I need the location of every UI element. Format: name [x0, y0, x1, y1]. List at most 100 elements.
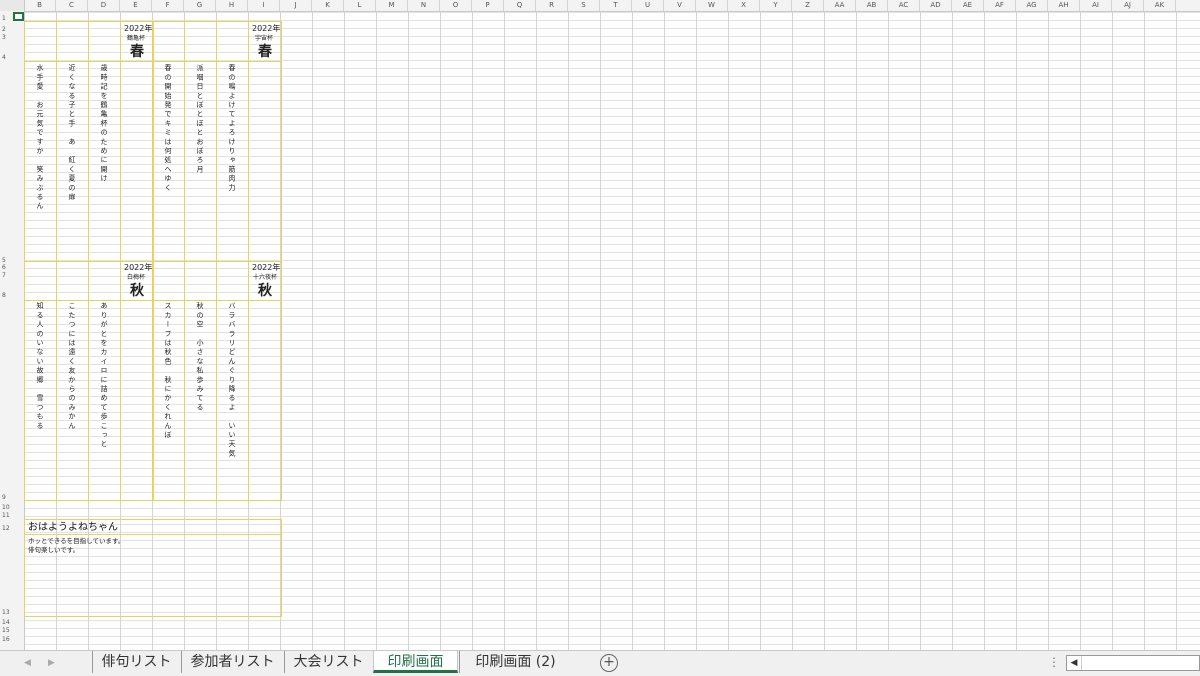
select-all-corner[interactable]	[0, 0, 25, 11]
column-header[interactable]: Y	[760, 0, 792, 11]
column-header[interactable]: AG	[1016, 0, 1048, 11]
row-header[interactable]: 16	[0, 637, 24, 643]
haiku-text: スカーフは秋色 秋にかくれんぼ	[164, 302, 172, 440]
column-header[interactable]: D	[88, 0, 120, 11]
horizontal-scrollbar[interactable]: ◀	[1066, 655, 1200, 671]
haiku-text: 知る人のいない故郷 雪つもる	[36, 302, 44, 431]
column-header[interactable]: P	[472, 0, 504, 11]
card-year: 2022年	[124, 24, 153, 33]
row-header[interactable]: 11	[0, 513, 24, 519]
row-header[interactable]: 14	[0, 620, 24, 626]
column-header[interactable]: Z	[792, 0, 824, 11]
cell-border	[56, 21, 57, 501]
card-year: 2022年	[252, 24, 281, 33]
row-header[interactable]: 6	[0, 265, 24, 271]
card-season: 秋	[258, 283, 272, 299]
haiku-text: 春の鳴よけてよろけりゃ筋肉力	[228, 64, 236, 193]
column-header[interactable]: AC	[888, 0, 920, 11]
column-headers: ABCDEFGHIJKLMNOPQRSTUVWXYZAAABACADAEAFAG…	[0, 0, 1200, 12]
tab-haiku-list[interactable]: 俳句リスト	[92, 651, 180, 673]
column-header[interactable]: N	[408, 0, 440, 11]
card-year: 2022年	[252, 263, 281, 272]
cell-border	[24, 61, 282, 62]
haiku-text: 秋の空 小さな私歩みてる	[196, 302, 204, 413]
column-header[interactable]: AJ	[1112, 0, 1144, 11]
column-header[interactable]: V	[664, 0, 696, 11]
haiku-text: 派咽日とぼとぼとおぼろ月	[196, 64, 204, 175]
column-header[interactable]: W	[696, 0, 728, 11]
cell-border	[24, 300, 282, 301]
haiku-text: 春の開始発でキミは何処へゆく	[164, 64, 172, 193]
column-header[interactable]: B	[24, 0, 56, 11]
column-header[interactable]: K	[312, 0, 344, 11]
column-header[interactable]: AE	[952, 0, 984, 11]
more-options-icon[interactable]: ⋮	[1048, 655, 1060, 669]
column-header[interactable]: Q	[504, 0, 536, 11]
card-year: 2022年	[124, 263, 153, 272]
row-header[interactable]: 7	[0, 273, 24, 279]
prev-sheet-icon[interactable]: ◀	[24, 655, 31, 671]
column-header[interactable]: G	[184, 0, 216, 11]
cell-border	[216, 21, 217, 501]
card-venue: 鶴亀杯	[127, 35, 146, 42]
column-header[interactable]: S	[568, 0, 600, 11]
tab-tournament-list[interactable]: 大会リスト	[284, 651, 372, 673]
row-header[interactable]: 10	[0, 505, 24, 511]
column-header[interactable]: U	[632, 0, 664, 11]
row-header[interactable]: 15	[0, 628, 24, 634]
card-season: 春	[130, 44, 144, 60]
card-venue: 宇宙杯	[255, 35, 274, 42]
tab-participant-list[interactable]: 参加者リスト	[181, 651, 283, 673]
column-header[interactable]: AH	[1048, 0, 1080, 11]
tab-print-view[interactable]: 印刷画面	[373, 651, 458, 673]
column-header[interactable]: AA	[824, 0, 856, 11]
memo-title: おはようよねちゃん	[28, 522, 118, 533]
column-header[interactable]: AB	[856, 0, 888, 11]
column-header[interactable]: E	[120, 0, 152, 11]
row-headers: 1 2 3 4 5 6 7 8 9 10 11 12 13 14 15 16	[0, 11, 25, 650]
scroll-left-icon[interactable]: ◀	[1067, 656, 1082, 670]
row-header[interactable]: 9	[0, 495, 24, 501]
row-header[interactable]: 8	[0, 293, 24, 299]
sheet-tab-bar: ◀ ▶ 俳句リスト 参加者リスト 大会リスト 印刷画面 印刷画面 (2) + ⋮…	[0, 650, 1200, 676]
column-header[interactable]: H	[216, 0, 248, 11]
column-header[interactable]: AF	[984, 0, 1016, 11]
column-header[interactable]: L	[344, 0, 376, 11]
tab-print-view-2[interactable]: 印刷画面 (2)	[459, 651, 571, 673]
card-season: 秋	[130, 283, 144, 299]
haiku-text: 水手愛 お元気ですか 笑みぶるん	[36, 64, 44, 212]
cell-border	[248, 21, 249, 501]
haiku-text: 近くなる子と手 あ 紅く夏の扉	[68, 64, 76, 202]
memo-line: ホッとできるを目指しています。	[28, 537, 125, 545]
worksheet-grid[interactable]: ABCDEFGHIJKLMNOPQRSTUVWXYZAAABACADAEAFAG…	[0, 0, 1200, 650]
haiku-text: ありがとをカイロに詰めて歩こっと	[100, 302, 108, 450]
active-cell-A1[interactable]	[13, 12, 24, 21]
column-header[interactable]: M	[376, 0, 408, 11]
card-venue: 白梅杯	[127, 274, 146, 281]
column-header[interactable]: O	[440, 0, 472, 11]
column-header[interactable]: T	[600, 0, 632, 11]
column-header[interactable]: AD	[920, 0, 952, 11]
column-header[interactable]: J	[280, 0, 312, 11]
next-sheet-icon[interactable]: ▶	[48, 655, 55, 671]
column-header[interactable]: I	[248, 0, 280, 11]
memo-line: 俳句楽しいです。	[28, 546, 80, 554]
cell-border	[120, 21, 121, 501]
add-sheet-icon[interactable]: +	[600, 654, 618, 672]
column-header[interactable]: R	[536, 0, 568, 11]
card-venue: 十六夜杯	[253, 274, 278, 281]
haiku-text: バラバラリどんぐり降るよ いい天気	[228, 302, 236, 459]
column-header[interactable]: X	[728, 0, 760, 11]
row-header[interactable]: 4	[0, 55, 24, 61]
cell-border	[24, 534, 282, 535]
row-header[interactable]: 12	[0, 526, 24, 532]
cell-border	[88, 21, 89, 501]
row-header[interactable]: 3	[0, 35, 24, 41]
column-header[interactable]: AK	[1144, 0, 1176, 11]
row-header[interactable]: 2	[0, 27, 24, 33]
row-header[interactable]: 13	[0, 610, 24, 616]
column-header[interactable]: F	[152, 0, 184, 11]
column-header[interactable]: AI	[1080, 0, 1112, 11]
column-header[interactable]: C	[56, 0, 88, 11]
cell-border	[184, 21, 185, 501]
